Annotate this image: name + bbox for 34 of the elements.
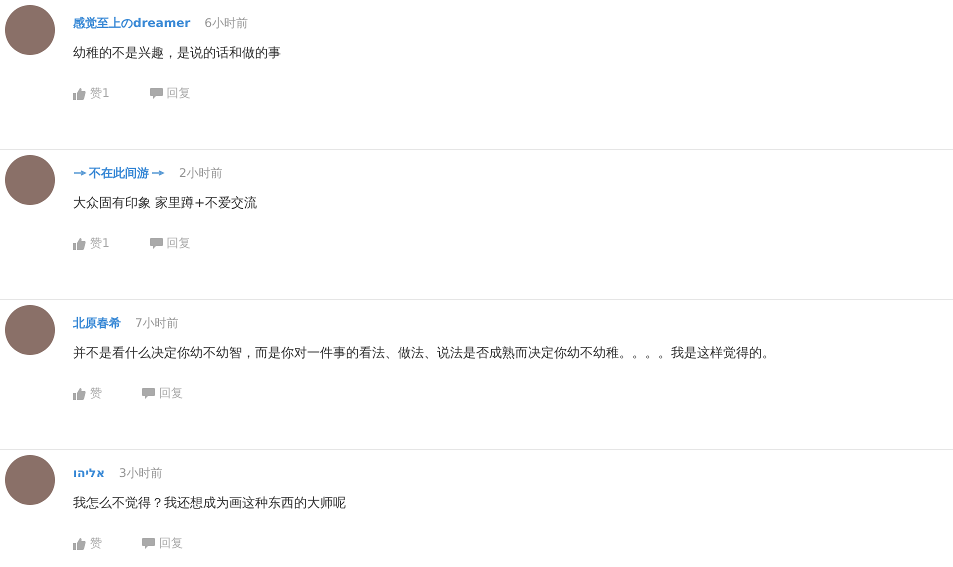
comment-text: 并不是看什么决定你幼不幼智，而是你对一件事的看法、做法、说法是否成熟而决定你幼不幼稚。。。。我是这样觉得的。 [73, 345, 775, 362]
timestamp: 3小时前 [118, 464, 163, 482]
thumbs-up-icon [73, 238, 86, 250]
like-button[interactable]: 赞 [90, 385, 102, 402]
like-button[interactable]: 赞1 [90, 235, 110, 252]
like-button[interactable]: 赞1 [90, 85, 110, 102]
reply-button[interactable]: 回复 [166, 85, 191, 102]
comment-text: 幼稚的不是兴趣，是说的话和做的事 [73, 45, 281, 62]
arrow-icon [151, 170, 165, 176]
thumbs-up-icon [73, 388, 86, 400]
speech-bubble-icon [150, 88, 163, 100]
avatar[interactable] [5, 5, 55, 55]
comment-text: 大众固有印象 家里蹲+不爱交流 [73, 195, 258, 212]
username[interactable]: 感觉至上のdreamer [73, 14, 190, 32]
speech-bubble-icon [142, 388, 155, 400]
avatar[interactable] [5, 155, 55, 205]
arrow-icon [73, 170, 87, 176]
avatar[interactable] [5, 305, 55, 355]
reply-button[interactable]: 回复 [166, 235, 191, 252]
thumbs-up-icon [73, 88, 86, 100]
reply-button[interactable]: 回复 [159, 535, 183, 552]
thumbs-up-icon [73, 538, 86, 550]
username[interactable]: 北原春希 [73, 314, 121, 332]
speech-bubble-icon [150, 238, 163, 250]
speech-bubble-icon [142, 538, 155, 550]
avatar[interactable] [5, 455, 55, 505]
timestamp: 2小时前 [179, 164, 223, 182]
like-button[interactable]: 赞 [90, 535, 102, 552]
reply-button[interactable]: 回复 [159, 385, 183, 402]
username[interactable]: אליהו [73, 466, 105, 480]
username[interactable]: 不在此间游 [89, 164, 149, 182]
comment-text: 我怎么不觉得？我还想成为画这种东西的大师呢 [73, 495, 346, 512]
timestamp: 6小时前 [204, 14, 248, 32]
timestamp: 7小时前 [135, 314, 179, 332]
